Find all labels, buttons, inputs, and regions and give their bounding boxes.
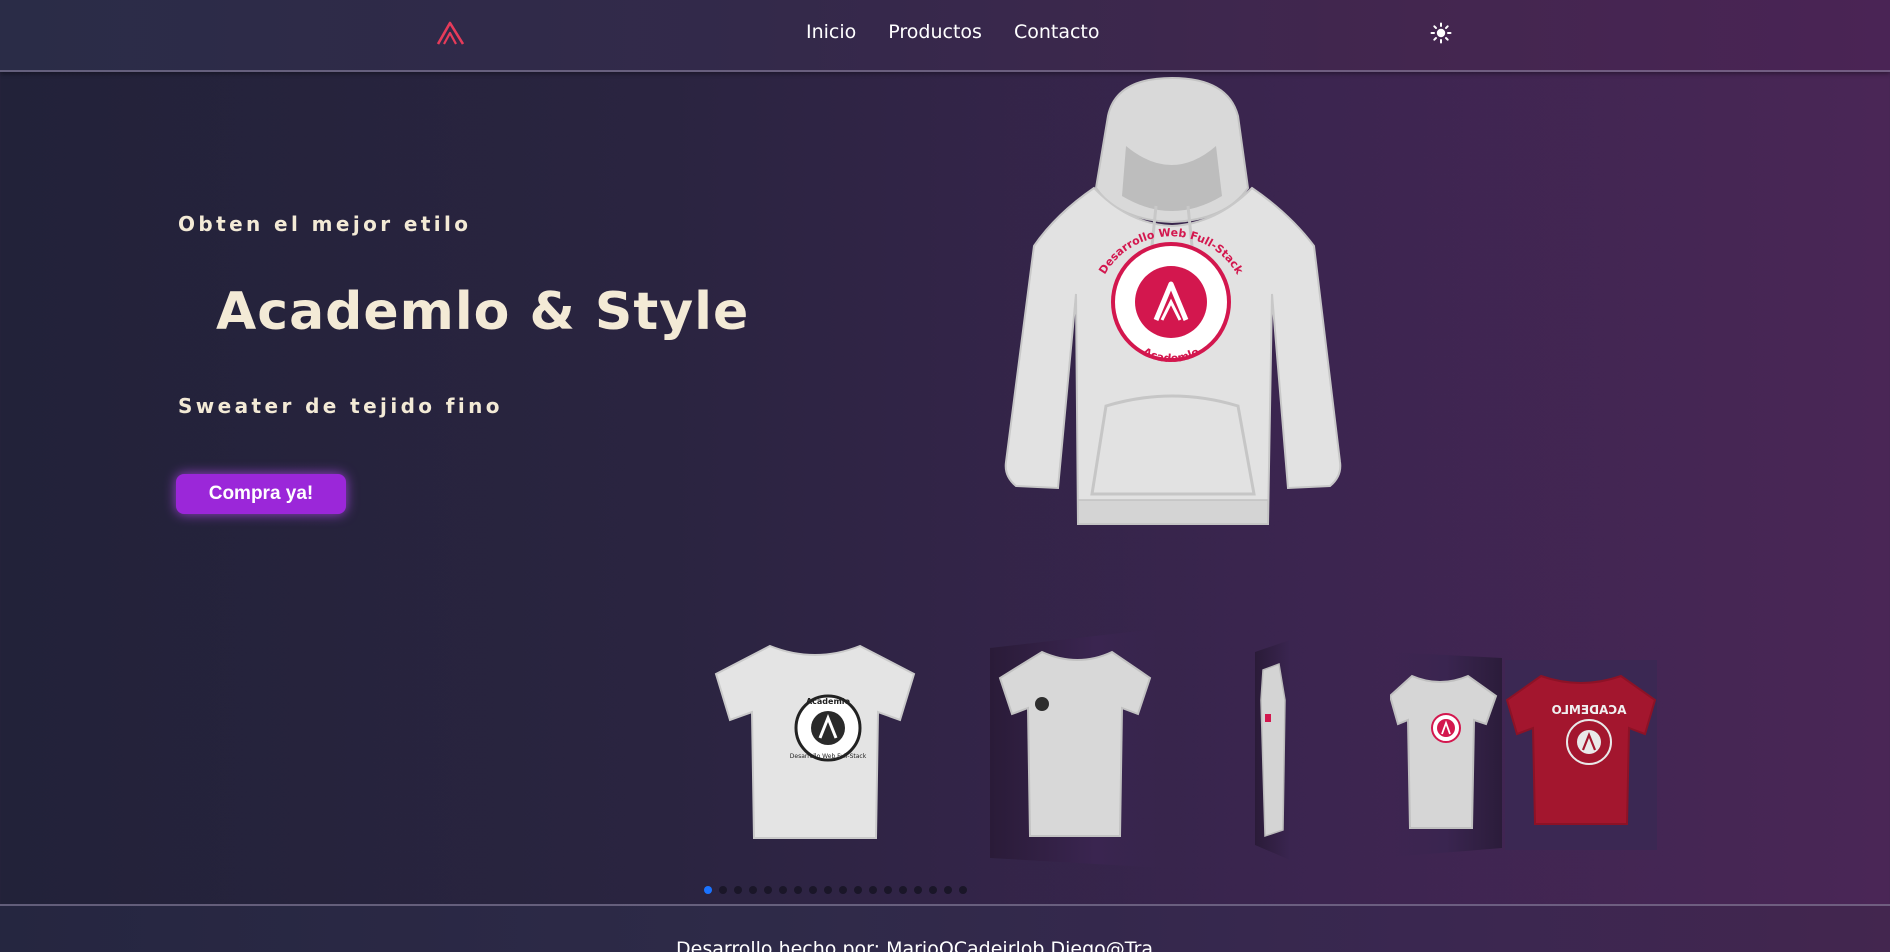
- carousel-pagination: [704, 886, 967, 894]
- carousel-dot[interactable]: [914, 886, 922, 894]
- carousel-slide[interactable]: [1255, 640, 1290, 860]
- carousel-dot[interactable]: [944, 886, 952, 894]
- hoodie-image: Desarrollo Web Full-Stack Academlo: [1004, 76, 1342, 525]
- product-carousel[interactable]: Academlo Desarrollo Web Full-Stack ACADE…: [700, 628, 1700, 878]
- buy-now-button[interactable]: Compra ya!: [176, 474, 346, 514]
- site-header: Inicio Productos Contacto: [0, 0, 1890, 72]
- carousel-dot[interactable]: [929, 886, 937, 894]
- white-tshirt-image: Academlo Desarrollo Web Full-Stack: [714, 644, 916, 839]
- carousel-slide[interactable]: Academlo Desarrollo Web Full-Stack: [700, 628, 930, 848]
- carousel-dot[interactable]: [809, 886, 817, 894]
- carousel-dot[interactable]: [869, 886, 877, 894]
- hero-subtitle: Sweater de tejido fino: [178, 394, 503, 418]
- carousel-dot[interactable]: [824, 886, 832, 894]
- carousel-dot[interactable]: [734, 886, 742, 894]
- carousel-slide[interactable]: [990, 628, 1165, 868]
- carousel-dot[interactable]: [719, 886, 727, 894]
- nav-link-productos[interactable]: Productos: [888, 21, 982, 43]
- academlo-logo-icon[interactable]: [436, 20, 466, 46]
- main-nav: Inicio Productos Contacto: [806, 21, 1100, 43]
- sun-icon[interactable]: [1430, 22, 1452, 44]
- gray-tshirt-red-logo-image: [1390, 674, 1498, 829]
- carousel-slide[interactable]: ACADEMLO: [1505, 660, 1657, 850]
- carousel-dot[interactable]: [854, 886, 862, 894]
- tshirt-print-ring: Desarrollo Web Full-Stack: [790, 753, 867, 760]
- red-tshirt-print: ACADEMLO: [1552, 703, 1627, 717]
- tshirt-print-top: Academlo: [806, 697, 851, 706]
- carousel-dot[interactable]: [764, 886, 772, 894]
- carousel-dot[interactable]: [794, 886, 802, 894]
- carousel-dot[interactable]: [779, 886, 787, 894]
- red-tshirt-image: ACADEMLO: [1505, 674, 1657, 825]
- gray-tshirt-side-image: [1260, 662, 1286, 838]
- carousel-dot[interactable]: [704, 886, 712, 894]
- gray-tshirt-image: [998, 650, 1152, 837]
- nav-link-inicio[interactable]: Inicio: [806, 21, 856, 43]
- carousel-dot[interactable]: [839, 886, 847, 894]
- carousel-slide[interactable]: [1390, 652, 1502, 857]
- carousel-dot[interactable]: [749, 886, 757, 894]
- nav-link-contacto[interactable]: Contacto: [1014, 21, 1100, 43]
- carousel-dot[interactable]: [899, 886, 907, 894]
- footer-credits: Desarrollo hecho por: MarioOCadeirlob Di…: [676, 938, 1172, 952]
- carousel-dot[interactable]: [959, 886, 967, 894]
- hero-title: Academlo & Style: [216, 282, 750, 342]
- hero-eyebrow: Obten el mejor etilo: [178, 212, 472, 236]
- carousel-dot[interactable]: [884, 886, 892, 894]
